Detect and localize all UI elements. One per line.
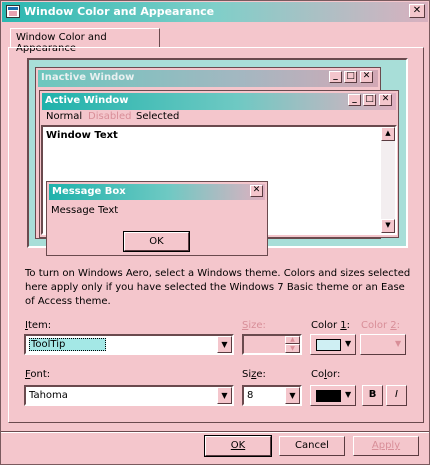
window-title: Window Color and Appearance	[24, 5, 215, 18]
font-size-dropdown[interactable]: 8 ▼	[242, 385, 302, 406]
preview-message-box[interactable]: Message Box ✕ Message Text OK	[46, 181, 268, 256]
bold-toggle-button[interactable]: B	[362, 385, 383, 406]
italic-toggle-button[interactable]: I	[386, 385, 407, 406]
cancel-button[interactable]: Cancel	[279, 436, 345, 456]
inactive-window-title-bar: Inactive Window _ □ ✕	[38, 70, 378, 87]
app-window-icon	[6, 5, 20, 18]
font-size-value: 8	[247, 390, 254, 401]
chevron-down-icon[interactable]: ▼	[217, 387, 232, 404]
font-color-picker-button[interactable]: ▼	[310, 385, 356, 406]
scroll-up-icon: ▲	[381, 127, 395, 141]
chevron-down-icon[interactable]: ▼	[285, 387, 300, 404]
spin-down-icon[interactable]: ▼	[285, 344, 300, 353]
close-icon: ✕	[360, 71, 373, 83]
inactive-window-title: Inactive Window	[41, 72, 135, 83]
item-selected-value: ToolTip	[29, 338, 107, 351]
chevron-down-icon: ▼	[395, 339, 402, 348]
color2-label: Color 2:	[361, 320, 401, 331]
active-window-title-bar: Active Window _ □ ✕	[42, 93, 396, 110]
chevron-down-icon[interactable]: ▼	[217, 336, 232, 353]
spin-up-icon[interactable]: ▲	[285, 336, 300, 344]
active-window-title: Active Window	[45, 95, 129, 106]
font-label: Font:	[25, 369, 51, 380]
message-box-title-bar: Message Box ✕	[49, 184, 265, 200]
scroll-down-icon: ▼	[381, 219, 395, 233]
chevron-down-icon: ▼	[345, 339, 352, 348]
message-text: Message Text	[51, 205, 119, 216]
item-dropdown[interactable]: ToolTip ▼	[24, 334, 234, 355]
close-icon: ✕	[250, 185, 263, 197]
color1-swatch	[316, 339, 341, 351]
window-text: Window Text	[46, 130, 118, 141]
chevron-down-icon: ▼	[345, 390, 352, 399]
info-text: To turn on Windows Aero, select a Window…	[25, 268, 411, 307]
footer-divider	[1, 431, 429, 433]
menu-item-selected: Selected	[136, 111, 180, 122]
color1-picker-button[interactable]: ▼	[310, 334, 356, 355]
tab-window-color-and-appearance[interactable]: Window Color and Appearance	[10, 28, 160, 54]
message-box-ok-button: OK	[123, 231, 190, 252]
close-icon: ✕	[379, 94, 392, 106]
minimize-icon: _	[329, 71, 342, 83]
item-size-spinner[interactable]: ▲ ▼	[242, 334, 302, 355]
font-dropdown[interactable]: Tahoma ▼	[24, 385, 234, 406]
font-selected-value: Tahoma	[29, 390, 68, 401]
title-bar[interactable]: Window Color and Appearance ✕	[2, 2, 428, 22]
font-color-label: Color:	[311, 369, 341, 380]
font-color-swatch	[316, 390, 341, 402]
item-label: Item:	[25, 320, 52, 331]
preview-scrollbar: ▲ ▼	[381, 127, 395, 233]
maximize-icon: □	[363, 94, 376, 106]
apply-button[interactable]: Apply	[353, 436, 419, 456]
font-size-label: Size:	[242, 369, 266, 380]
color2-picker-button[interactable]: ▼	[360, 334, 406, 355]
menu-item-normal: Normal	[46, 111, 83, 122]
close-icon[interactable]: ✕	[409, 4, 425, 18]
dialog-window: Window Color and Appearance ✕ Window Col…	[0, 0, 430, 465]
message-box-title: Message Box	[52, 186, 126, 197]
menu-item-disabled: Disabled	[88, 111, 132, 122]
maximize-icon: □	[344, 71, 357, 83]
color1-label: Color 1:	[311, 320, 351, 331]
minimize-icon: _	[348, 94, 361, 106]
item-size-label: Size:	[242, 320, 266, 331]
ok-button[interactable]: OK	[204, 435, 272, 457]
